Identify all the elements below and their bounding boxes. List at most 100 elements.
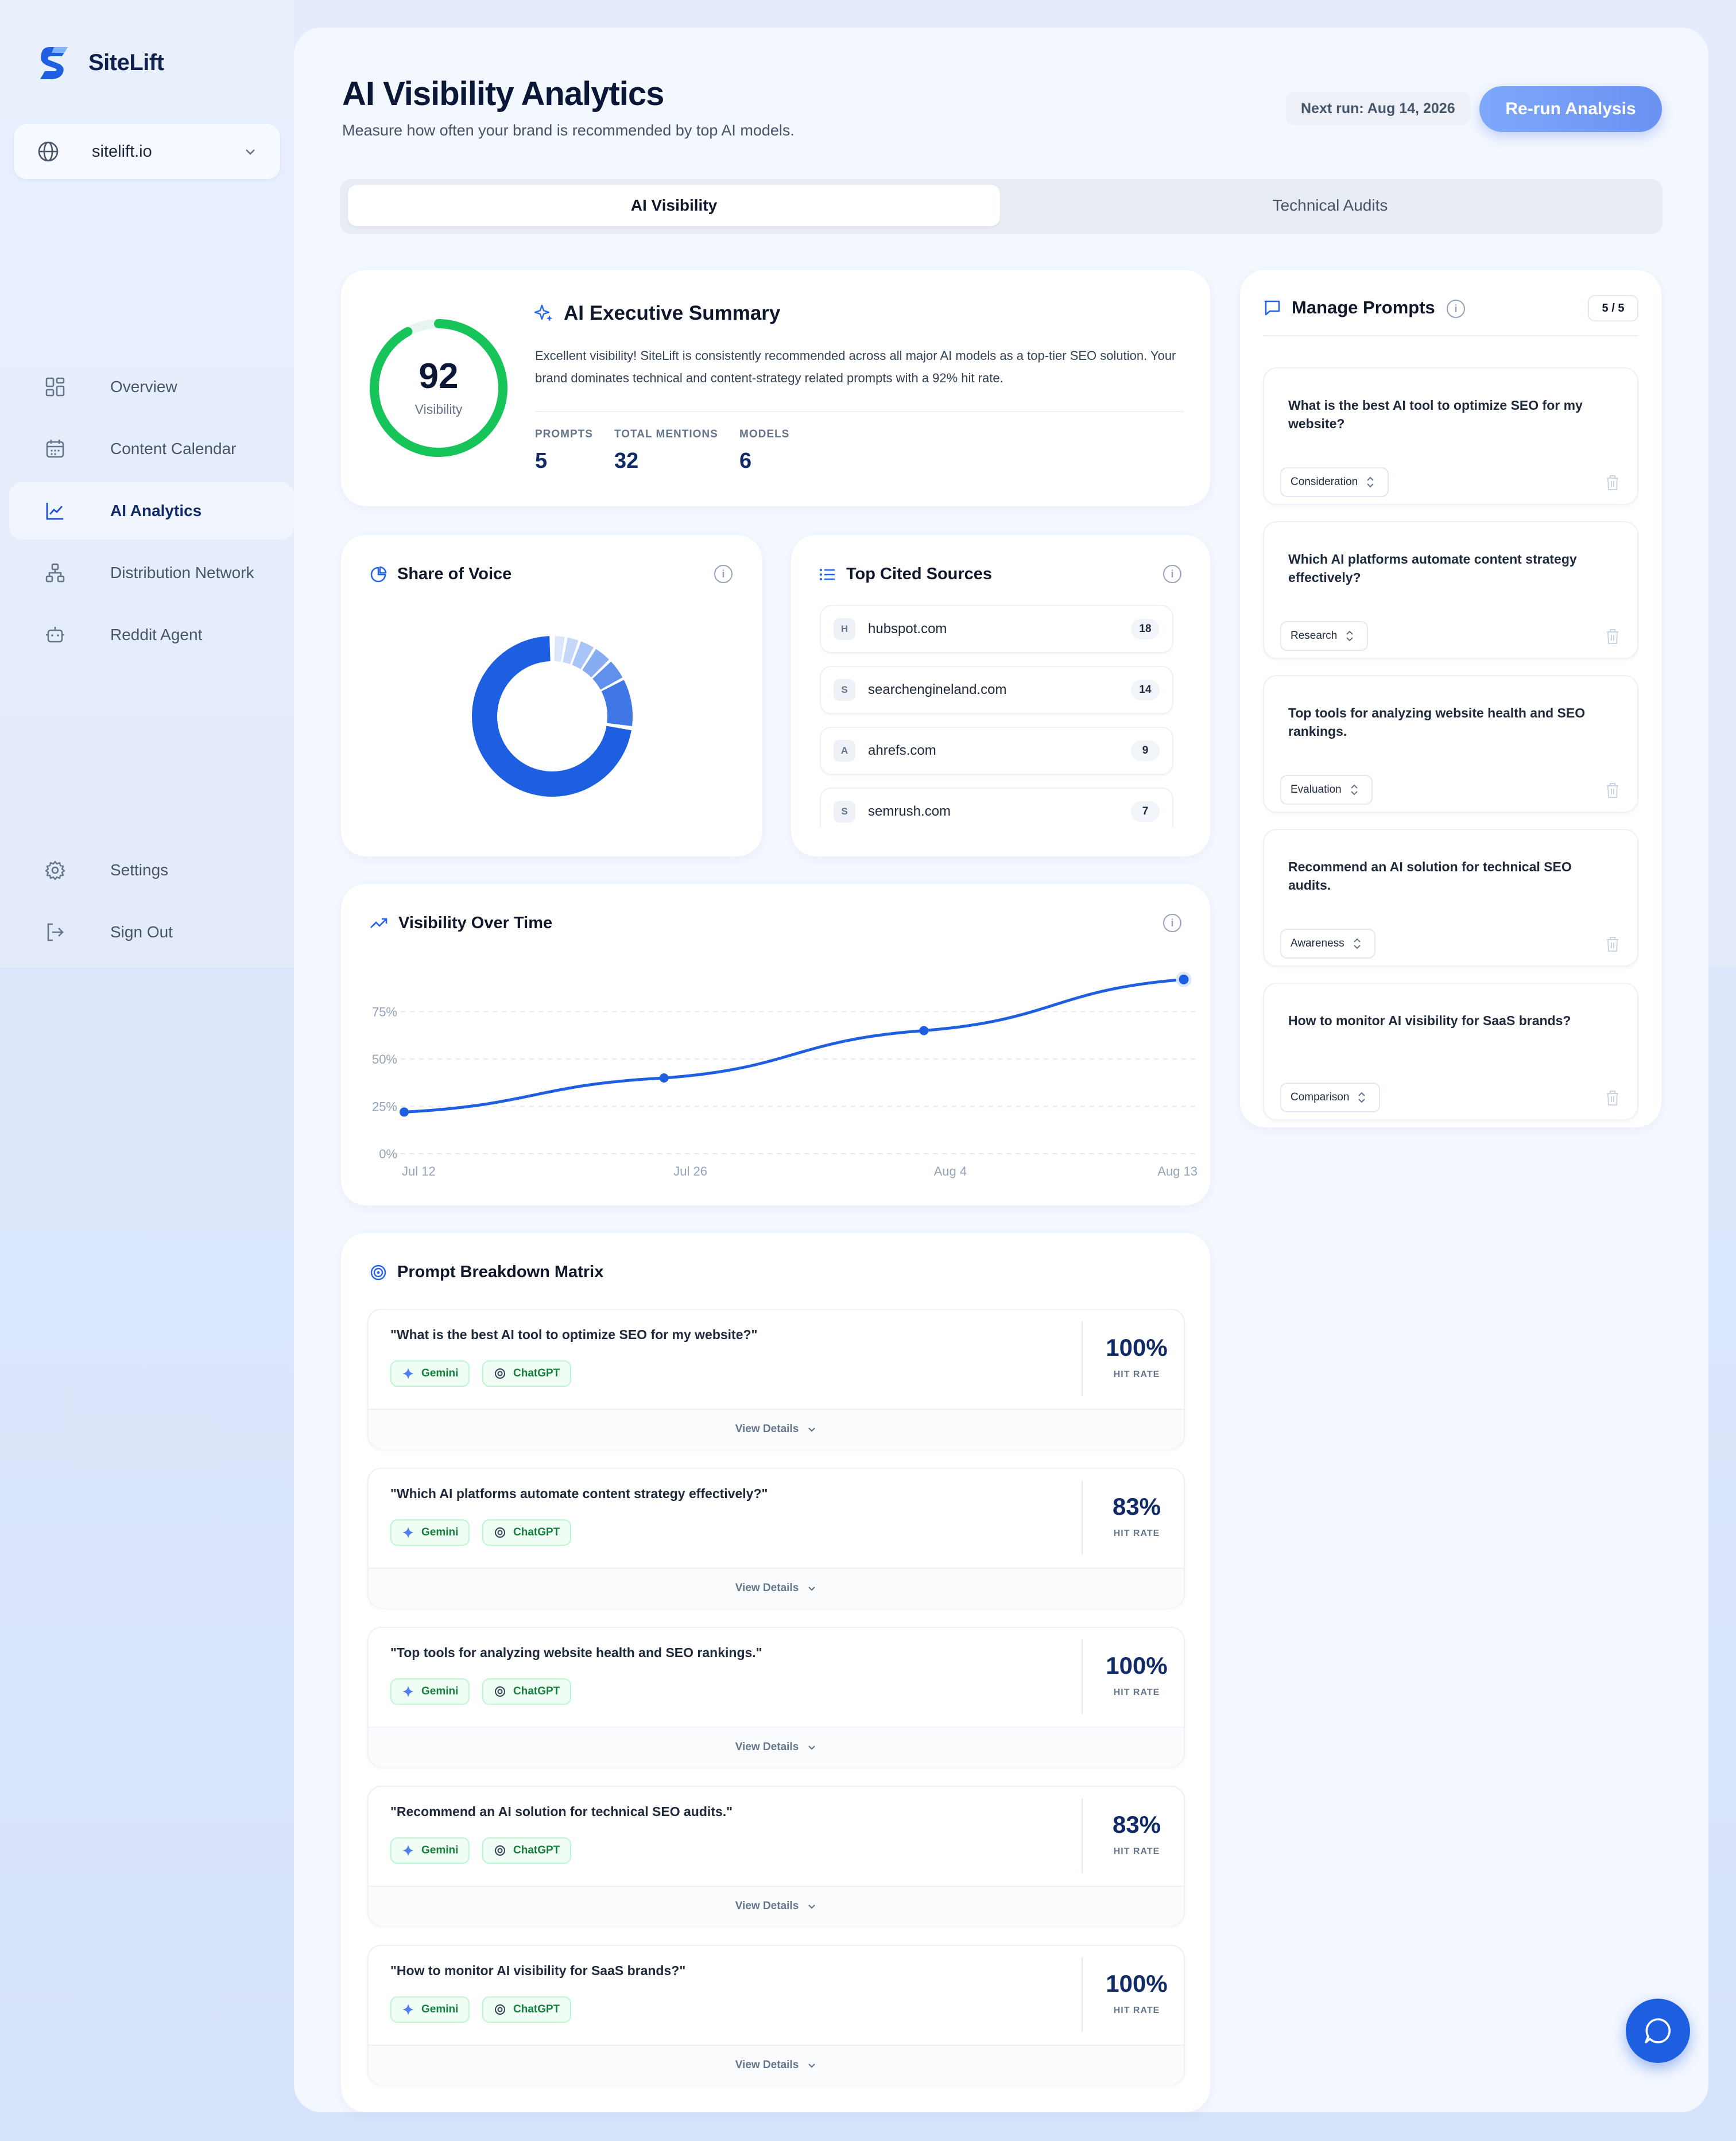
chat-button[interactable] — [1626, 1999, 1690, 2063]
chevron-up-down-icon — [1351, 784, 1358, 796]
trash-icon[interactable] — [1605, 782, 1620, 799]
gemini-icon — [402, 2004, 414, 2015]
breakdown-row: "How to monitor AI visibility for SaaS b… — [367, 1945, 1185, 2085]
share-of-voice-info-icon[interactable]: i — [714, 565, 733, 583]
prompt-text: Recommend an AI solution for technical S… — [1288, 859, 1572, 893]
model-chip-gemini: Gemini — [390, 1678, 470, 1705]
globe-icon — [38, 141, 59, 162]
tab-technical-audits[interactable]: Technical Audits — [1006, 185, 1654, 226]
sidebar: SiteLift sitelift.io Overview Content Ca… — [0, 0, 294, 967]
view-details-button[interactable]: View Details — [369, 1409, 1184, 1449]
model-chip-chatgpt: ChatGPT — [482, 1678, 572, 1705]
share-of-voice-title: Share of Voice — [397, 565, 512, 583]
model-chip-chatgpt: ChatGPT — [482, 1519, 572, 1546]
row-divider — [1082, 1957, 1083, 2032]
prompt-stage-select[interactable]: Evaluation — [1280, 775, 1373, 805]
prompt-stage-select[interactable]: Research — [1280, 621, 1369, 651]
message-square-icon — [1264, 300, 1280, 316]
nav-content-calendar-label: Content Calendar — [110, 440, 237, 457]
prompt-card: What is the best AI tool to optimize SEO… — [1263, 367, 1638, 505]
tab-bar: AI Visibility Technical Audits — [340, 179, 1663, 234]
model-chip-chatgpt: ChatGPT — [482, 1837, 572, 1864]
target-icon — [370, 1265, 386, 1280]
hit-rate-label: HIT RATE — [1113, 1370, 1160, 1379]
rerun-analysis-button[interactable]: Re-run Analysis — [1479, 86, 1662, 132]
hit-rate-label: HIT RATE — [1113, 1847, 1160, 1856]
site-selector[interactable]: sitelift.io — [14, 124, 280, 179]
source-domain: ahrefs.com — [868, 743, 936, 758]
source-domain: semrush.com — [868, 804, 951, 819]
source-item[interactable]: Aahrefs.com 9 — [820, 727, 1173, 775]
prompt-card: How to monitor AI visibility for SaaS br… — [1263, 983, 1638, 1120]
visibility-score: 92 — [418, 356, 459, 396]
trending-up-icon — [370, 918, 388, 928]
logout-icon — [44, 921, 67, 944]
trash-icon[interactable] — [1605, 936, 1620, 953]
source-letter: H — [834, 618, 855, 640]
site-selector-value: sitelift.io — [92, 142, 152, 161]
data-point — [659, 1073, 669, 1083]
nav-sign-out-label: Sign Out — [110, 923, 173, 941]
share-of-voice-donut — [472, 636, 633, 797]
breakdown-prompt: "Top tools for analyzing website health … — [390, 1645, 762, 1660]
manage-prompts-info-icon[interactable]: i — [1447, 300, 1465, 318]
executive-summary-text: Excellent visibility! SiteLift is consis… — [535, 348, 1176, 385]
chevron-up-down-icon — [1353, 938, 1361, 949]
prompt-stage-select[interactable]: Awareness — [1280, 929, 1375, 959]
source-domain: searchengineland.com — [868, 682, 1007, 697]
source-item[interactable]: Ssemrush.com 7 — [820, 788, 1173, 828]
view-details-button[interactable]: View Details — [369, 2045, 1184, 2085]
row-divider — [1082, 1639, 1083, 1714]
chevron-up-down-icon — [1346, 630, 1354, 642]
prompts-divider — [1263, 335, 1638, 336]
breakdown-prompt: "Which AI platforms automate content str… — [390, 1486, 768, 1501]
chevron-down-icon — [808, 1587, 816, 1591]
donut-segment — [601, 680, 633, 727]
breakdown-row: "What is the best AI tool to optimize SE… — [367, 1309, 1185, 1449]
visibility-over-time-title-row: Visibility Over Time — [370, 914, 552, 933]
nav-content-calendar[interactable]: Content Calendar — [9, 420, 294, 478]
gemini-icon — [402, 1527, 414, 1538]
nav-distribution-network-label: Distribution Network — [110, 564, 254, 581]
visibility-over-time-info-icon[interactable]: i — [1163, 914, 1181, 932]
gemini-icon — [402, 1845, 414, 1856]
page-title: AI Visibility Analytics — [342, 75, 664, 113]
chevron-up-down-icon — [1358, 1092, 1366, 1103]
prompt-card: Recommend an AI solution for technical S… — [1263, 829, 1638, 967]
source-item[interactable]: Ssearchengineland.com 14 — [820, 666, 1173, 714]
view-details-button[interactable]: View Details — [369, 1727, 1184, 1767]
hit-rate-value: 100% — [1106, 1970, 1168, 1997]
prompt-stage-select[interactable]: Comparison — [1280, 1083, 1381, 1112]
visibility-score-label: Visibility — [414, 402, 463, 417]
pie-chart-icon — [370, 566, 387, 582]
nav-ai-analytics[interactable]: AI Analytics — [9, 482, 294, 540]
stat-models: MODELS 6 — [739, 428, 790, 473]
nav-settings-label: Settings — [110, 861, 169, 879]
nav-settings[interactable]: Settings — [9, 841, 294, 899]
hit-rate-value: 83% — [1112, 1493, 1161, 1520]
visibility-line-chart: 0% 25% 50% 75% Jul 12 Jul 26 Aug 4 Aug 13 — [372, 971, 1198, 1178]
prompt-text: What is the best AI tool to optimize SEO… — [1288, 398, 1583, 431]
chat-bubble-icon — [1645, 2018, 1671, 2043]
nav-sign-out[interactable]: Sign Out — [9, 903, 294, 961]
trash-icon[interactable] — [1605, 628, 1620, 645]
source-count: 18 — [1131, 619, 1160, 639]
nav-distribution-network[interactable]: Distribution Network — [9, 544, 294, 602]
source-count: 14 — [1131, 680, 1160, 700]
trash-icon[interactable] — [1605, 1089, 1620, 1107]
executive-summary-title: AI Executive Summary — [564, 302, 781, 324]
view-details-button[interactable]: View Details — [369, 1568, 1184, 1608]
nav-reddit-agent[interactable]: Reddit Agent — [9, 606, 294, 664]
trash-icon[interactable] — [1605, 474, 1620, 491]
source-item[interactable]: Hhubspot.com 18 — [820, 605, 1173, 653]
logo[interactable]: SiteLift — [37, 44, 164, 82]
top-cited-sources-info-icon[interactable]: i — [1163, 565, 1181, 583]
nav-overview[interactable]: Overview — [9, 358, 294, 416]
source-letter: A — [834, 740, 855, 762]
tab-ai-visibility[interactable]: AI Visibility — [348, 185, 1000, 226]
prompt-stage-select[interactable]: Consideration — [1280, 467, 1389, 497]
chatgpt-icon — [495, 1527, 505, 1538]
prompt-count-badge: 5 / 5 — [1588, 295, 1638, 321]
view-details-button[interactable]: View Details — [369, 1886, 1184, 1926]
x-tick-label: Jul 12 — [402, 1164, 436, 1178]
